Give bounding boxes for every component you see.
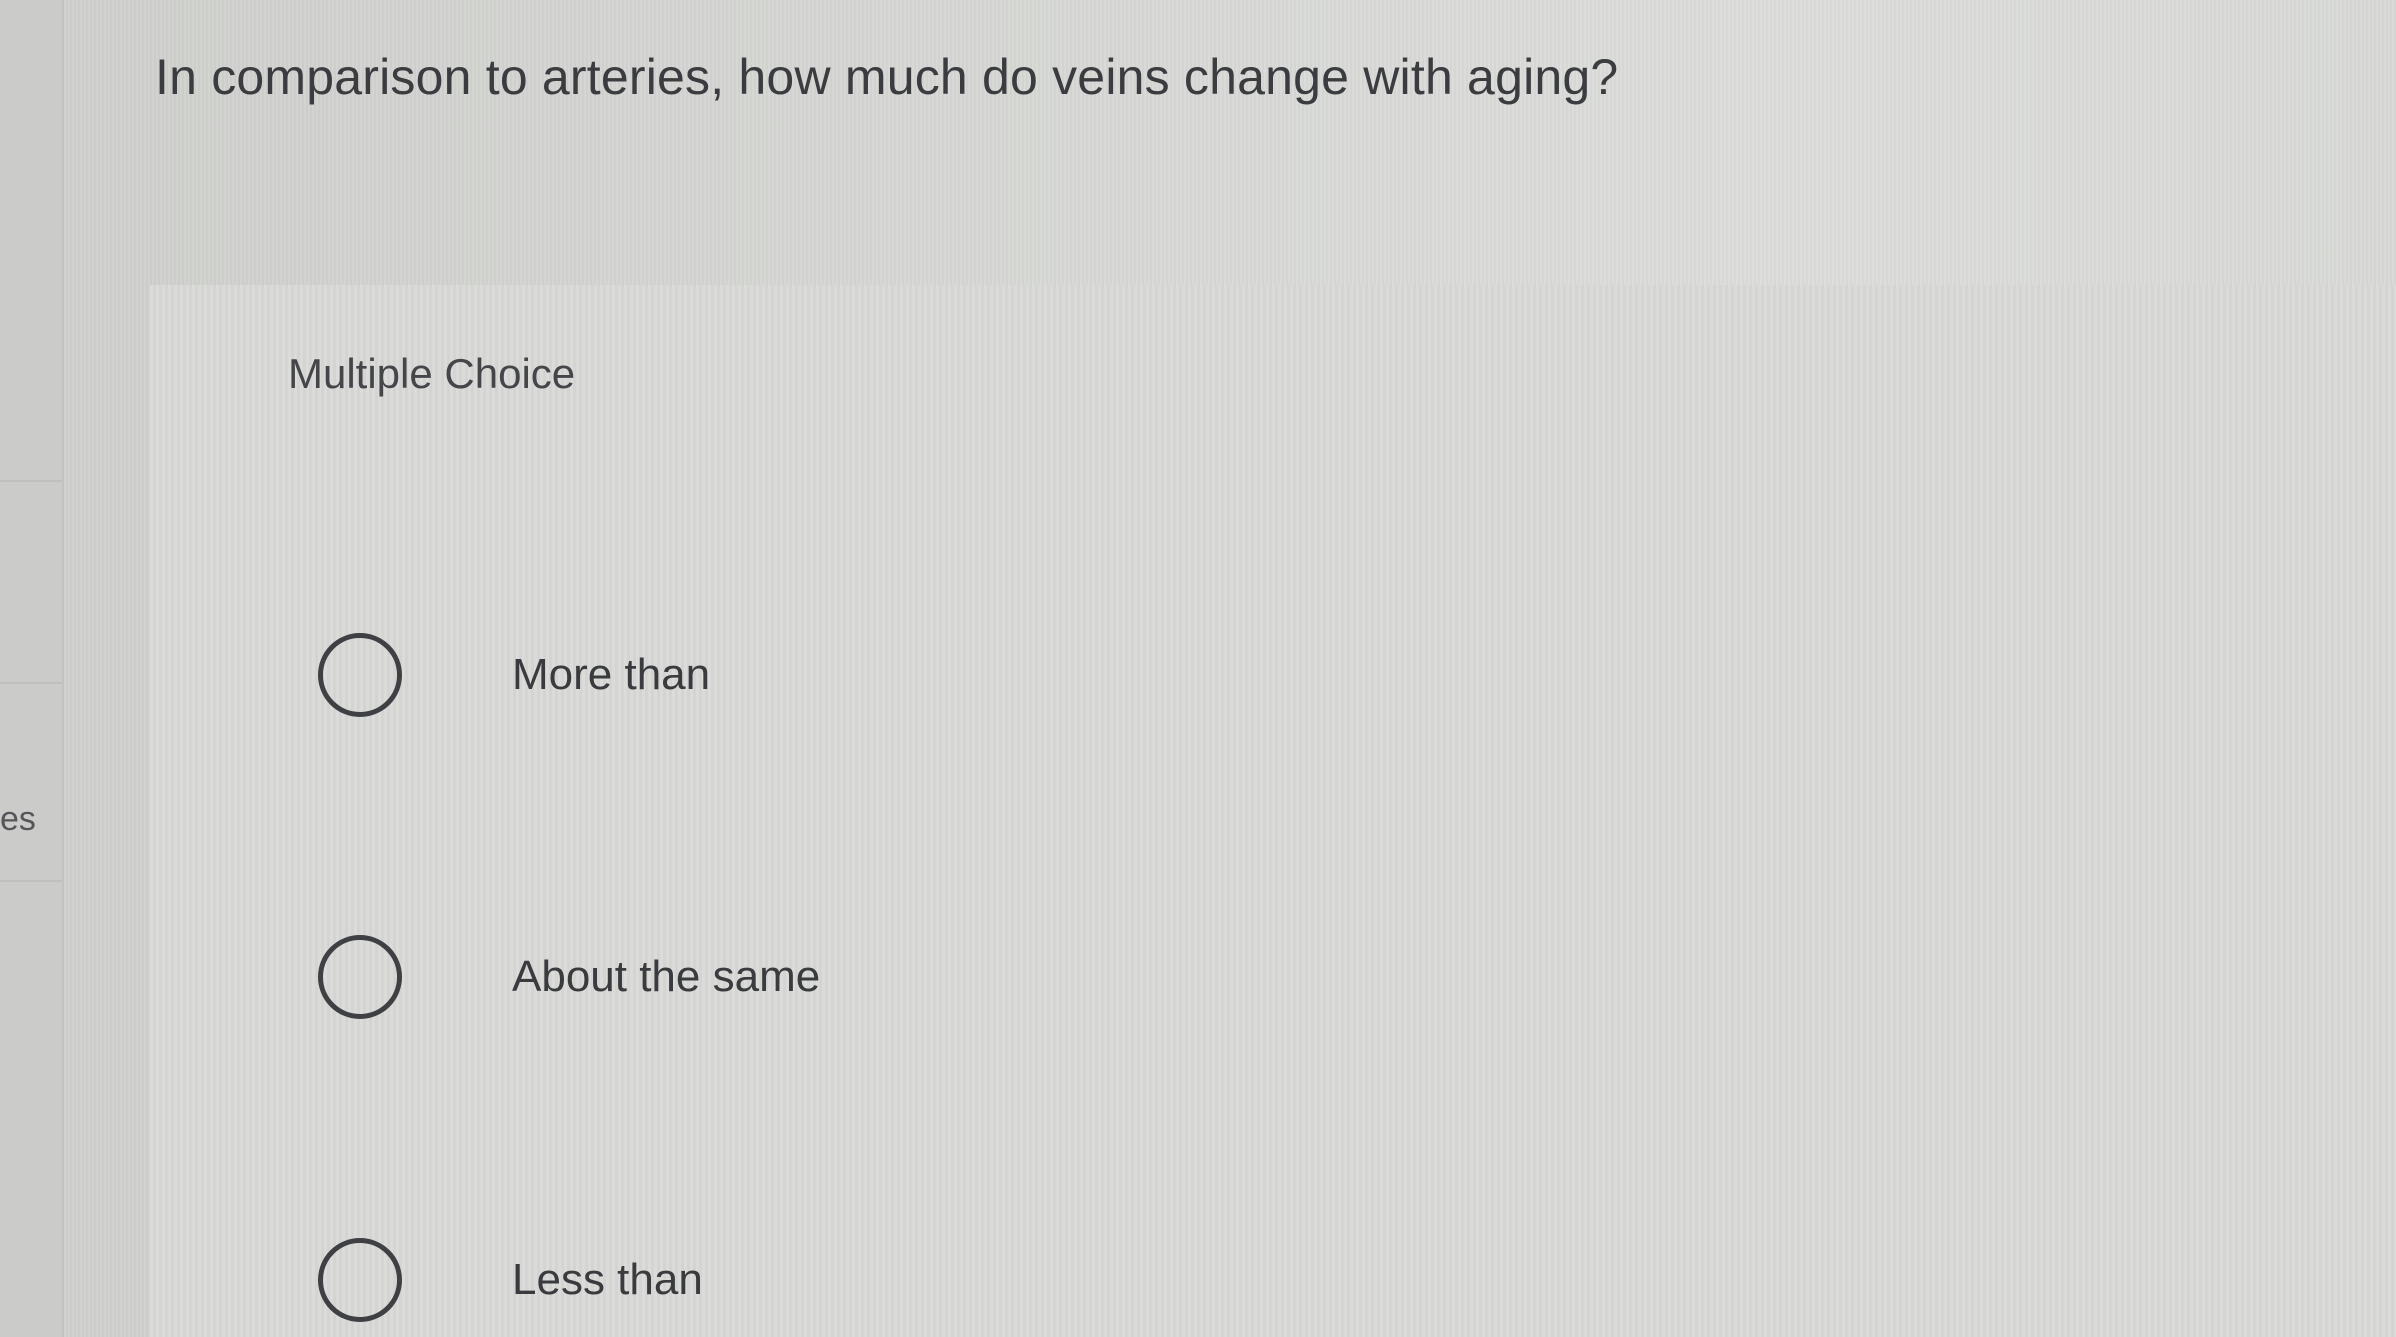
answer-option-about-the-same[interactable]: About the same bbox=[318, 927, 1218, 1027]
answer-option-less-than[interactable]: Less than bbox=[318, 1230, 1218, 1330]
radio-unchecked-icon[interactable] bbox=[318, 633, 402, 717]
sidebar-divider bbox=[0, 880, 62, 882]
sidebar-divider bbox=[0, 480, 62, 482]
sidebar-item-fragment[interactable]: es bbox=[0, 800, 36, 839]
answer-panel bbox=[150, 285, 2396, 1337]
radio-unchecked-icon[interactable] bbox=[318, 1238, 402, 1322]
answer-option-more-than[interactable]: More than bbox=[318, 625, 1218, 725]
question-type-label: Multiple Choice bbox=[288, 350, 576, 397]
answer-option-label[interactable]: More than bbox=[512, 650, 710, 700]
question-prompt: In comparison to arteries, how much do v… bbox=[155, 49, 1619, 105]
radio-unchecked-icon[interactable] bbox=[318, 935, 402, 1019]
left-sidebar bbox=[0, 0, 64, 1337]
answer-option-label[interactable]: About the same bbox=[512, 952, 820, 1002]
answer-option-label[interactable]: Less than bbox=[512, 1255, 703, 1305]
sidebar-divider bbox=[0, 682, 62, 684]
